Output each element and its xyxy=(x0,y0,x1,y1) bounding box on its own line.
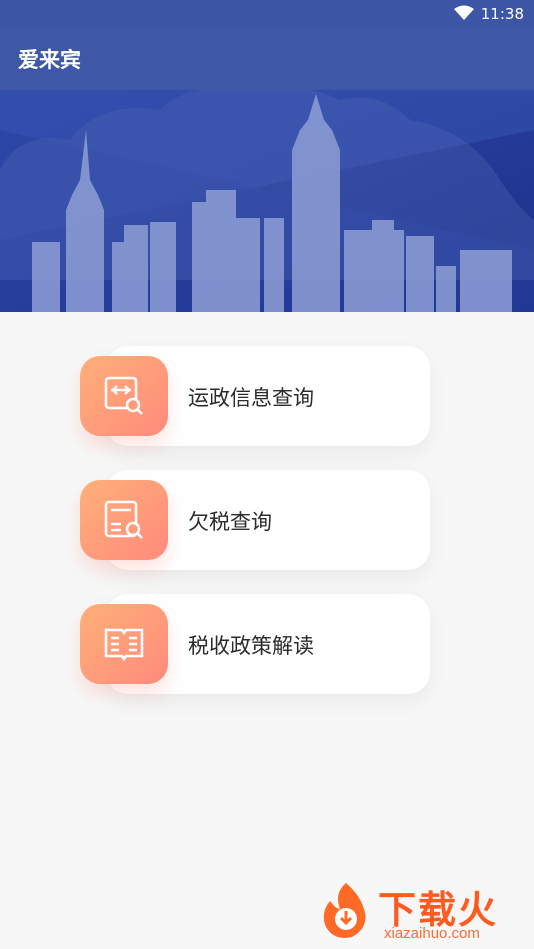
menu-item-label: 欠税查询 xyxy=(188,510,272,534)
city-skyline-banner xyxy=(0,90,534,312)
route-search-icon xyxy=(80,356,168,436)
status-bar: 11:38 xyxy=(0,0,534,28)
app-title: 爱来宾 xyxy=(18,48,81,72)
app-bar: 爱来宾 xyxy=(0,28,534,90)
watermark-url: xiazaihuo.com xyxy=(384,925,480,942)
tax-owed-search-icon xyxy=(80,480,168,560)
status-time: 11:38 xyxy=(480,5,524,23)
menu-item-label: 运政信息查询 xyxy=(188,386,314,410)
wifi-icon xyxy=(454,5,474,25)
watermark-logo: 下载火 xiazaihuo.com xyxy=(316,879,530,945)
menu-area: 运政信息查询 欠税查询 税收政策解读 xyxy=(0,312,534,949)
tax-policy-book-icon xyxy=(80,604,168,684)
menu-item-label: 税收政策解读 xyxy=(188,634,314,658)
